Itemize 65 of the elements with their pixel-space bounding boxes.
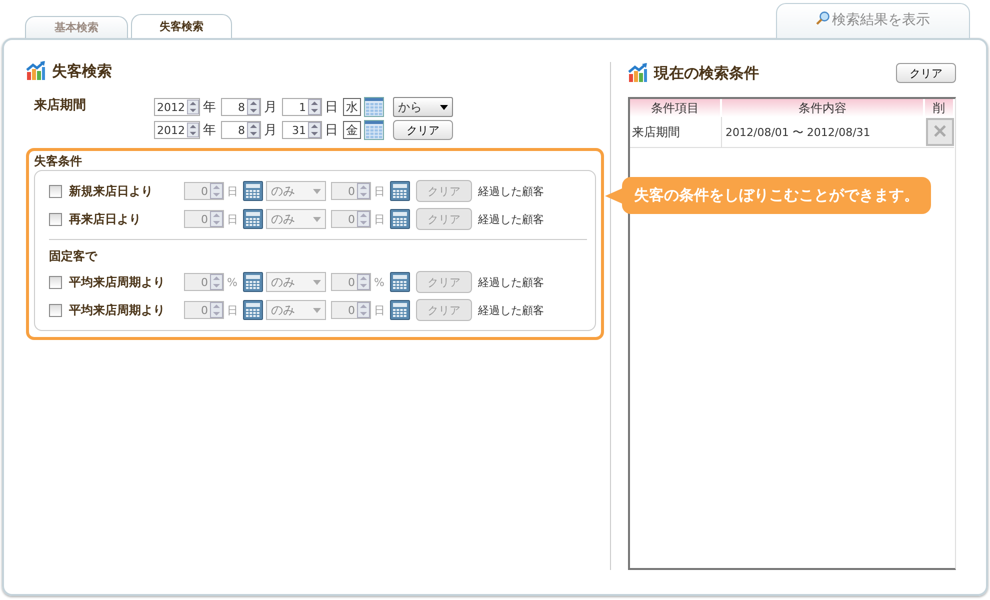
unit-label: 月 [264, 99, 277, 116]
tab[interactable]: 基本検索 [25, 16, 128, 38]
clear-button[interactable]: クリア [393, 120, 453, 140]
caret-icon [313, 216, 321, 222]
number-field[interactable]: 8 [221, 98, 261, 116]
table-cell: 来店期間 [630, 117, 721, 148]
tab[interactable]: 失客検索 [131, 14, 232, 38]
calendar-icon[interactable] [364, 97, 384, 117]
unit-label: 日 [227, 212, 239, 226]
spinner-icon[interactable] [247, 122, 260, 138]
caret-icon [313, 308, 321, 312]
number-field[interactable]: 1 [282, 98, 322, 116]
unit-label: 日 [325, 99, 338, 116]
chart-icon [628, 63, 648, 83]
section-title: 失客検索 [52, 62, 112, 80]
column-header: 削 [924, 99, 954, 117]
column-header: 条件内容 [721, 99, 924, 117]
suffix-label: 経過した顧客 [478, 184, 544, 198]
spinner-icon[interactable] [187, 122, 199, 138]
number-field[interactable]: 8 [221, 121, 261, 139]
search-icon [816, 11, 830, 25]
chart-icon [26, 61, 46, 81]
section-title: 現在の検索条件 [654, 64, 759, 82]
group-heading: 固定客で [49, 248, 97, 264]
tooltip: 失客の条件をしぼりこむことができます。 [622, 177, 931, 214]
unit-label: 日 [325, 122, 338, 139]
section-title: 失客条件 [34, 153, 83, 170]
caret-icon [440, 104, 448, 110]
table-cell: 2012/08/01 〜 2012/08/31 [721, 117, 924, 148]
checkbox-label: 平均来店周期より [69, 274, 166, 290]
checkbox-label: 平均来店周期より [69, 302, 166, 318]
spinner-icon[interactable] [308, 122, 321, 138]
unit-label: % [227, 276, 238, 288]
number-field[interactable]: 31 [282, 121, 322, 139]
delete-button[interactable] [926, 118, 954, 146]
unit-label: 日 [374, 302, 386, 318]
unit-label: % [374, 276, 386, 288]
suffix-label: 経過した顧客 [478, 212, 544, 226]
unit-label: 日 [227, 184, 239, 198]
column-header: 条件項目 [630, 99, 721, 117]
field-label: 来店期間 [34, 96, 87, 115]
weekday-label: 金 [343, 121, 361, 139]
spinner-icon[interactable] [247, 99, 260, 115]
calendar-icon[interactable] [364, 120, 384, 140]
checkbox-label: 再来店日より [69, 210, 142, 228]
suffix-label: 経過した顧客 [478, 274, 544, 290]
range-select[interactable]: から [393, 97, 453, 117]
number-field[interactable]: 2012 [154, 121, 200, 139]
caret-icon [313, 188, 321, 194]
unit-label: 日 [374, 212, 386, 226]
unit-label: 年 [203, 99, 216, 116]
unit-label: 日 [227, 302, 239, 318]
weekday-label: 水 [343, 98, 361, 116]
suffix-label: 経過した顧客 [478, 302, 544, 318]
caret-icon [313, 280, 321, 284]
checkbox-label: 新規来店日より [69, 182, 154, 200]
unit-label: 月 [264, 122, 277, 139]
spinner-icon[interactable] [187, 99, 199, 115]
show-results-tab[interactable]: 検索結果を表示 [776, 3, 970, 38]
clear-button[interactable]: クリア [896, 63, 956, 83]
unit-label: 年 [203, 122, 216, 139]
spinner-icon[interactable] [308, 99, 321, 115]
close-icon [934, 124, 946, 136]
unit-label: 日 [374, 184, 386, 198]
number-field[interactable]: 2012 [154, 98, 200, 116]
